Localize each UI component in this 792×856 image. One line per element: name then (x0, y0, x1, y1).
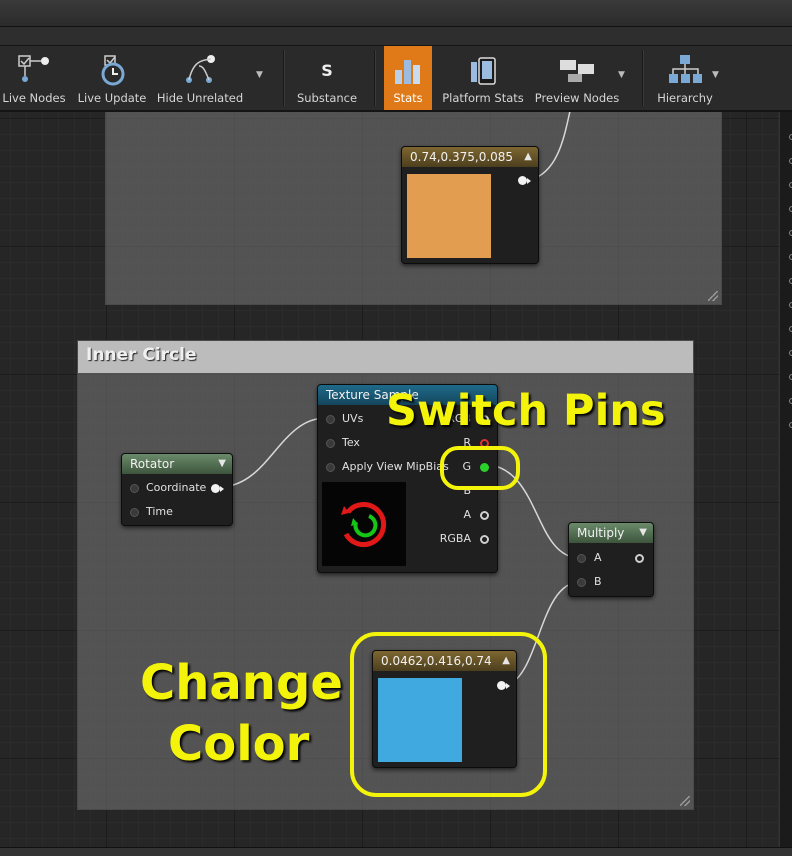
hide-unrelated-dropdown-icon[interactable]: ▼ (256, 70, 263, 80)
material-graph-canvas[interactable]: Inner Circle 0.74,0.375,0.085 ▲ Texture … (0, 112, 780, 847)
coordinate-input-pin[interactable] (130, 484, 139, 493)
hide-unrelated-label: Hide Unrelated (156, 91, 244, 105)
preview-nodes-label: Preview Nodes (534, 91, 620, 105)
toolbar-separator (374, 50, 376, 106)
multiply-node[interactable]: Multiply ▼ A B (568, 522, 654, 597)
coordinate-input-label: Coordinate (146, 481, 207, 494)
preview-nodes-icon (560, 60, 594, 82)
time-input-label: Time (146, 505, 173, 518)
change-color-annotation-line1: Change (140, 655, 343, 711)
node-header[interactable]: Rotator ▼ (122, 454, 232, 474)
tex-input-label: Tex (342, 436, 360, 449)
live-nodes-label: Live Nodes (2, 91, 66, 105)
b-input-pin[interactable] (577, 578, 586, 587)
hierarchy-icon (669, 55, 702, 83)
live-update-button[interactable]: Live Update (76, 46, 148, 110)
tex-input-pin[interactable] (326, 439, 335, 448)
live-nodes-button[interactable]: Live Nodes (0, 46, 68, 110)
collapse-arrow-icon[interactable]: ▼ (639, 523, 647, 543)
multiply-output-pin[interactable] (635, 554, 644, 563)
rotator-output-pin[interactable] (211, 484, 220, 493)
color-preview-swatch (407, 174, 491, 258)
constant3vector-node-top[interactable]: 0.74,0.375,0.085 ▲ (401, 146, 539, 264)
preview-nodes-dropdown-icon[interactable]: ▼ (618, 70, 625, 80)
wire-rotator-to-uvs (221, 417, 327, 488)
b-input-label: B (594, 575, 602, 588)
node-header[interactable]: 0.74,0.375,0.085 ▲ (402, 147, 538, 167)
a-input-label: A (594, 551, 602, 564)
toolbar-separator (642, 50, 644, 106)
editor-menu-strip (0, 27, 792, 46)
toolbar-separator (283, 50, 285, 106)
live-update-icon (101, 55, 125, 86)
live-nodes-icon (18, 55, 49, 82)
output-pin-arrow-icon (527, 178, 531, 184)
rgba-output-label: RGBA (439, 532, 471, 545)
output-pin-arrow-icon (220, 486, 224, 492)
switch-pins-annotation: Switch Pins (386, 386, 666, 436)
texture-preview-thumbnail (322, 482, 406, 566)
svg-text:S: S (321, 61, 333, 80)
live-update-label: Live Update (77, 91, 147, 105)
hierarchy-label: Hierarchy (657, 91, 713, 105)
platform-stats-icon (471, 57, 496, 85)
rotator-node[interactable]: Rotator ▼ Coordinate Time (121, 453, 233, 526)
preview-nodes-button[interactable]: Preview Nodes (534, 46, 620, 110)
apply-view-mipbias-input-pin[interactable] (326, 463, 335, 472)
uvs-input-label: UVs (342, 412, 364, 425)
a-output-pin[interactable] (480, 511, 489, 520)
switch-pins-highlight-ring (440, 446, 520, 490)
output-pin[interactable] (518, 176, 527, 185)
a-output-label: A (463, 508, 471, 521)
substance-button[interactable]: S Substance (292, 46, 362, 110)
substance-label: Substance (296, 91, 358, 105)
stats-label: Stats (393, 91, 423, 105)
platform-stats-button[interactable]: Platform Stats (440, 46, 526, 110)
editor-tab-bar (0, 0, 792, 27)
hierarchy-dropdown-icon[interactable]: ▼ (712, 70, 719, 80)
hierarchy-button[interactable]: Hierarchy (652, 46, 718, 110)
apply-view-mipbias-input-label: Apply View MipBias (342, 460, 449, 473)
stats-button[interactable]: Stats (384, 46, 432, 110)
details-panel-edge (779, 112, 792, 847)
node-header[interactable]: Multiply ▼ (569, 523, 653, 543)
node-title: Multiply (577, 526, 625, 540)
collapse-arrow-icon[interactable]: ▼ (218, 454, 226, 474)
change-color-highlight-ring (350, 632, 547, 797)
collapse-arrow-icon[interactable]: ▲ (524, 147, 532, 167)
hide-unrelated-button[interactable]: Hide Unrelated (156, 46, 244, 110)
time-input-pin[interactable] (130, 508, 139, 517)
rgba-output-pin[interactable] (480, 535, 489, 544)
stats-icon (395, 60, 420, 84)
hide-unrelated-icon (186, 55, 215, 83)
a-input-pin[interactable] (577, 554, 586, 563)
uvs-input-pin[interactable] (326, 415, 335, 424)
node-title: Rotator (130, 457, 175, 471)
node-title: 0.74,0.375,0.085 (410, 150, 514, 164)
platform-stats-label: Platform Stats (442, 91, 524, 105)
substance-icon: S (321, 61, 333, 80)
change-color-annotation-line2: Color (168, 716, 310, 772)
material-editor-toolbar: Live Nodes Live Update Hide Unrelated ▼ … (0, 46, 792, 112)
rotating-circle-texture-icon (341, 502, 387, 547)
